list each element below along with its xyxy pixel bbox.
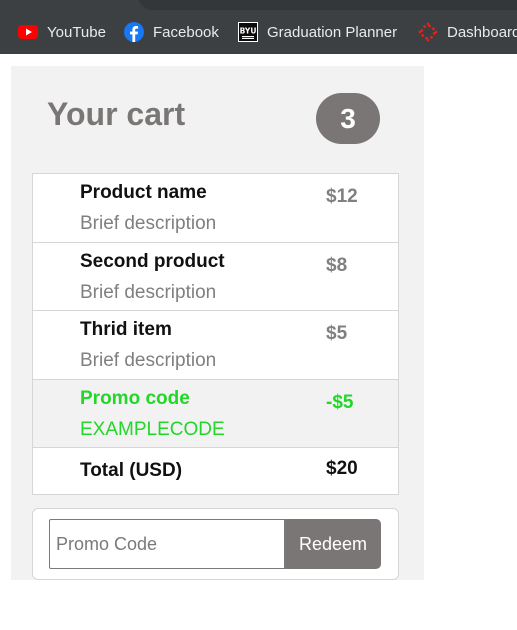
bookmark-label: Graduation Planner [267, 23, 398, 41]
promo-code-row: Promo code EXAMPLECODE -$5 [33, 379, 398, 449]
cart-total-row: Total (USD) $20 [33, 448, 398, 495]
cart-items-list: Product name Brief description $12 Secon… [32, 173, 399, 496]
dashboard-icon [418, 22, 438, 42]
item-price: $12 [326, 186, 358, 207]
promo-code-input[interactable] [49, 519, 285, 569]
item-price: $5 [326, 323, 348, 345]
cart-item: Product name Brief description $12 [33, 174, 398, 243]
cart-count-badge: 3 [316, 93, 380, 144]
bookmark-dashboard[interactable]: Dashboard [418, 20, 517, 44]
bookmark-facebook[interactable]: Facebook [124, 20, 219, 44]
redeem-button[interactable]: Redeem [285, 519, 381, 569]
cart-panel: Your cart 3 Product name Brief descripti… [11, 66, 424, 580]
promo-label: Promo code [80, 387, 190, 409]
item-description: Brief description [80, 350, 217, 372]
bookmark-label: Dashboard [447, 23, 517, 41]
total-label: Total (USD) [80, 460, 183, 482]
item-description: Brief description [80, 281, 217, 303]
bookmark-youtube[interactable]: YouTube [18, 20, 106, 44]
cart-item: Second product Brief description $8 [33, 242, 398, 312]
cart-title: Your cart [47, 96, 186, 132]
item-price: $8 [326, 254, 348, 276]
facebook-icon [124, 22, 144, 42]
promo-discount: -$5 [326, 391, 354, 413]
bookmark-label: YouTube [47, 23, 106, 41]
redeem-form: Redeem [32, 508, 399, 580]
byu-icon: BYU [238, 22, 258, 42]
youtube-icon [18, 22, 38, 42]
total-amount: $20 [326, 458, 358, 480]
bookmark-label: Facebook [153, 23, 219, 41]
item-description: Brief description [80, 213, 217, 234]
cart-item: Thrid item Brief description $5 [33, 311, 398, 380]
tab-strip-edge [138, 0, 517, 10]
svg-text:BYU: BYU [240, 27, 257, 36]
item-name: Second product [80, 250, 225, 272]
bookmark-graduation-planner[interactable]: BYU Graduation Planner [238, 20, 397, 44]
promo-code-value: EXAMPLECODE [80, 418, 225, 440]
item-name: Thrid item [80, 319, 172, 341]
bookmarks-bar: YouTube Facebook BYU Graduation Planner [0, 0, 517, 54]
item-name: Product name [80, 182, 207, 203]
